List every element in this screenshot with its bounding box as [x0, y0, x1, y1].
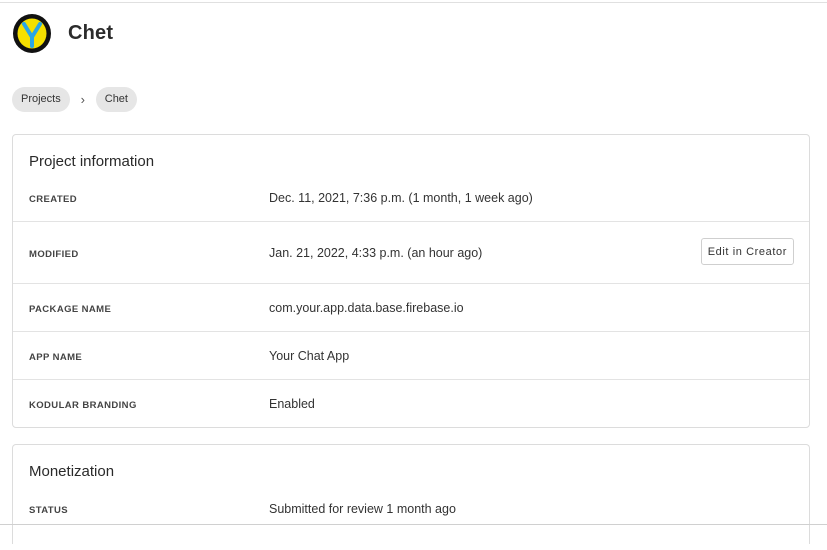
row-value: Jan. 21, 2022, 4:33 p.m. (an hour ago) [269, 246, 483, 260]
page-title: Chet [68, 21, 114, 44]
info-row-kodular-branding: KODULAR BRANDING Enabled [13, 380, 809, 427]
row-label: MODIFIED [29, 249, 79, 260]
chevron-right-icon: › [80, 92, 85, 107]
bottom-divider [0, 524, 827, 525]
kodular-logo-icon [13, 14, 51, 53]
app-header: Chet [12, 12, 113, 54]
info-row-created: CREATED Dec. 11, 2021, 7:36 p.m. (1 mont… [13, 175, 809, 222]
project-information-card: Project information CREATED Dec. 11, 202… [12, 134, 810, 428]
row-label: STATUS [29, 505, 68, 516]
row-label: KODULAR BRANDING [29, 400, 137, 411]
monetization-row-status: STATUS Submitted for review 1 month ago [13, 489, 809, 529]
row-value: Submitted for review 1 month ago [269, 502, 456, 516]
row-value: Enabled [269, 397, 315, 411]
info-row-modified: MODIFIED Jan. 21, 2022, 4:33 p.m. (an ho… [13, 222, 809, 284]
row-label: CREATED [29, 194, 78, 205]
monetization-title: Monetization [29, 463, 115, 480]
info-row-app-name: APP NAME Your Chat App [13, 332, 809, 380]
info-row-package-name: PACKAGE NAME com.your.app.data.base.fire… [13, 284, 809, 332]
row-label: PACKAGE NAME [29, 304, 112, 315]
monetization-card: Monetization STATUS Submitted for review… [12, 444, 810, 544]
breadcrumb: Projects › Chet [12, 87, 137, 112]
top-divider [0, 2, 827, 3]
project-information-title: Project information [29, 153, 155, 170]
breadcrumb-projects[interactable]: Projects [12, 87, 70, 112]
breadcrumb-current-project[interactable]: Chet [95, 87, 137, 112]
row-label: APP NAME [29, 352, 83, 363]
row-value: com.your.app.data.base.firebase.io [269, 301, 464, 315]
edit-in-creator-button[interactable]: Edit in Creator [700, 238, 794, 265]
row-value: Dec. 11, 2021, 7:36 p.m. (1 month, 1 wee… [269, 191, 533, 205]
row-value: Your Chat App [269, 349, 350, 363]
